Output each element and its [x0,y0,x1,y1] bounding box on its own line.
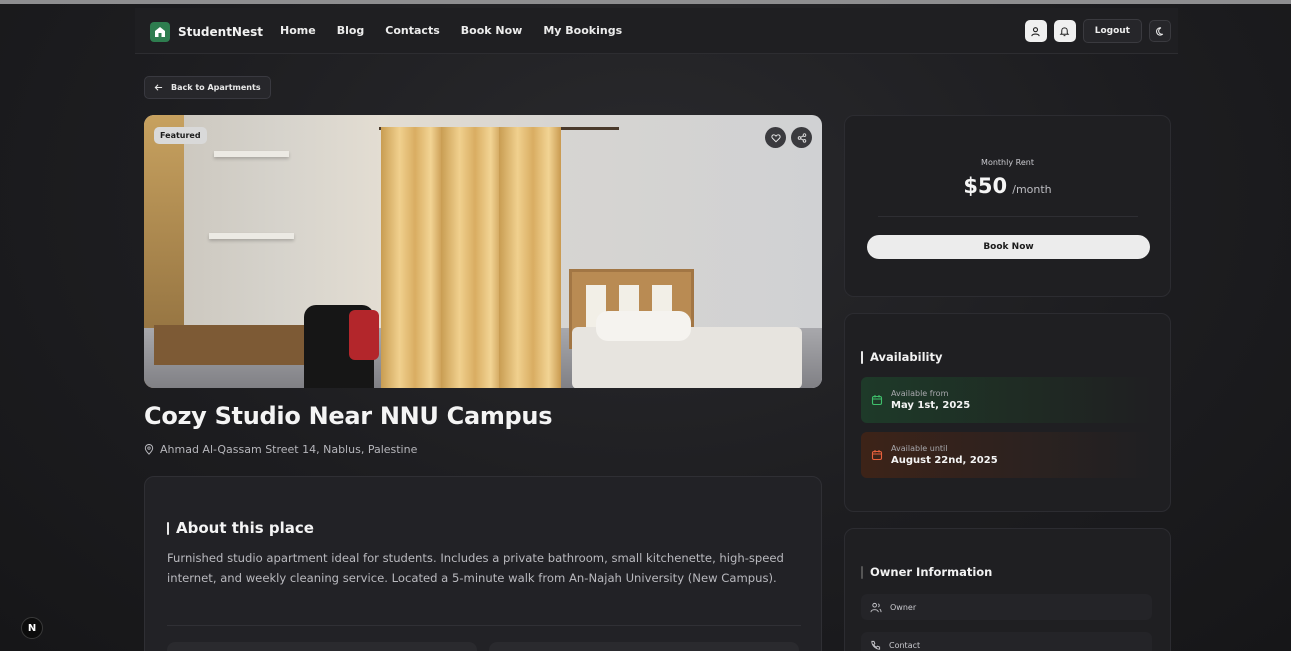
detail-tile [489,642,799,651]
logout-button[interactable]: Logout [1082,19,1142,43]
owner-label: Owner [890,602,917,612]
contact-label: Contact [889,640,921,650]
arrow-left-icon [154,84,163,91]
about-title: About this place [176,519,314,537]
owner-heading: Owner Information [861,565,992,579]
listing-address: Ahmad Al-Qassam Street 14, Nablus, Pales… [144,443,417,456]
users-icon [870,602,882,612]
owner-title: Owner Information [870,565,993,579]
about-card: About this place Furnished studio apartm… [144,476,822,651]
brand-name: StudentNest [178,25,263,39]
share-icon [797,132,806,143]
available-until-tile: Available until August 22nd, 2025 [861,432,1152,478]
nav-link-book-now[interactable]: Book Now [461,24,523,37]
available-until-date: August 22nd, 2025 [891,455,998,466]
address-text: Ahmad Al-Qassam Street 14, Nablus, Pales… [160,443,418,456]
about-divider [167,625,801,626]
rent-price: $50 /month [845,174,1170,198]
book-now-button[interactable]: Book Now [867,235,1150,259]
nav-actions: Logout [1024,19,1171,43]
about-heading: About this place [167,519,314,537]
nav-link-contacts[interactable]: Contacts [385,24,439,37]
calendar-icon [871,450,883,461]
availability-heading: Availability [861,350,942,364]
rent-amount: $50 [963,174,1008,198]
rent-label: Monthly Rent [981,158,1034,167]
theme-toggle-button[interactable] [1149,20,1171,42]
about-description: Furnished studio apartment ideal for stu… [167,551,784,585]
pricing-card: Monthly Rent $50 /month Book Now [844,115,1171,297]
user-icon [1031,26,1040,36]
profile-button[interactable] [1024,20,1047,42]
home-icon [150,22,170,42]
back-to-apartments-button[interactable]: Back to Apartments [144,76,271,99]
featured-badge: Featured [154,127,207,144]
apartment-photo: Featured [144,115,822,388]
favorite-button[interactable] [765,127,786,148]
available-from-tile: Available from May 1st, 2025 [861,377,1152,423]
availability-title: Availability [870,350,943,364]
phone-icon [871,640,881,650]
available-from-label: Available from [891,389,949,398]
owner-card: Owner Information Owner Contact [844,528,1171,651]
bell-icon [1059,26,1070,36]
back-label: Back to Apartments [171,83,261,92]
detail-tile [167,642,477,651]
contact-row[interactable]: Contact [861,632,1152,651]
rent-unit: /month [1012,183,1052,196]
available-until-label: Available until [891,444,948,453]
price-divider [878,216,1138,217]
available-from-date: May 1st, 2025 [891,400,971,411]
browser-top-line [0,0,1291,4]
nav-link-blog[interactable]: Blog [337,24,365,37]
nav-link-home[interactable]: Home [280,24,316,37]
nav-links: Home Blog Contacts Book Now My Bookings [280,24,622,37]
nav-link-my-bookings[interactable]: My Bookings [543,24,622,37]
brand[interactable]: StudentNest [150,22,263,42]
dev-tools-badge[interactable]: N [21,617,43,639]
availability-card: Availability Available from May 1st, 202… [844,313,1171,512]
location-pin-icon [144,444,154,455]
calendar-icon [871,395,883,406]
heart-icon [770,133,781,142]
listing-title: Cozy Studio Near NNU Campus [144,402,553,430]
notifications-button[interactable] [1053,20,1076,42]
navbar: StudentNest Home Blog Contacts Book Now … [135,8,1178,54]
moon-icon [1155,26,1163,36]
share-button[interactable] [791,127,812,148]
photo-actions [765,127,812,148]
owner-row: Owner [861,594,1152,620]
